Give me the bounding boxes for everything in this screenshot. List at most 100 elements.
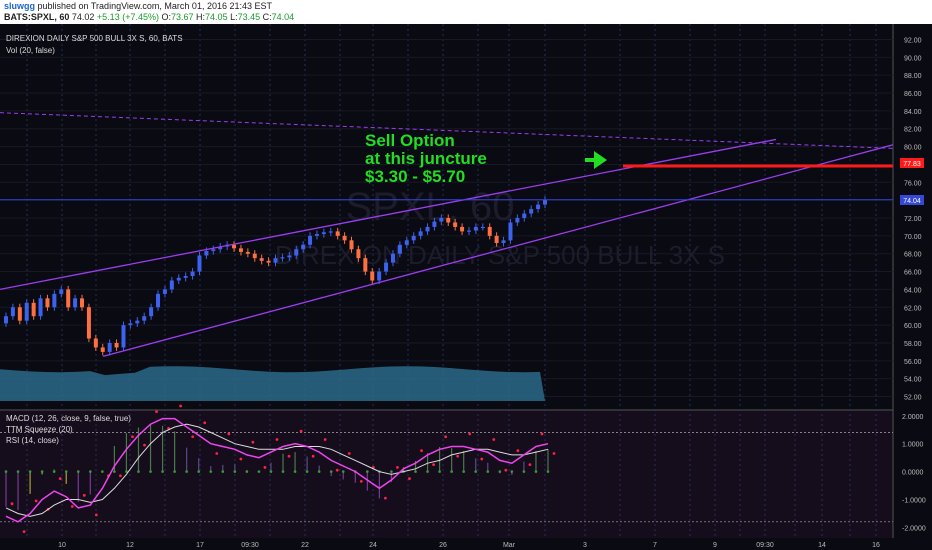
- squeeze-legend: TTM Squeeze (20): [6, 425, 73, 434]
- candle-body: [411, 235, 416, 241]
- candle-body: [245, 251, 250, 254]
- candle-body: [370, 271, 375, 281]
- chart-header: sluwgg published on TradingView.com, Mar…: [0, 0, 932, 24]
- candle-body: [377, 271, 382, 281]
- price-tick-label: 80.00: [904, 145, 922, 152]
- oscillator-tick-label: -2.0000: [902, 525, 926, 532]
- rsi-dot: [540, 432, 544, 436]
- price-tick-label: 72.00: [904, 216, 922, 223]
- candle-body: [238, 248, 243, 252]
- squeeze-dot: [462, 470, 465, 473]
- squeeze-dot: [64, 470, 68, 473]
- squeeze-dot: [366, 470, 369, 473]
- rsi-dot: [215, 452, 219, 455]
- rsi-dot: [323, 438, 327, 441]
- candle-body: [522, 213, 527, 218]
- candle-body: [142, 316, 147, 321]
- candle-body: [460, 226, 465, 232]
- symbol-interval[interactable]: BATS:SPXL, 60: [4, 12, 69, 22]
- oscillator-tick-label: 0.0000: [902, 470, 924, 477]
- squeeze-dot: [233, 470, 237, 473]
- candle-body: [135, 320, 140, 324]
- candle-body: [252, 253, 257, 259]
- candle-body: [515, 218, 520, 223]
- candle-body: [114, 342, 119, 348]
- open-value: 73.67: [171, 12, 194, 22]
- squeeze-dot: [257, 470, 261, 473]
- candle-body: [52, 293, 57, 308]
- candle-body: [321, 232, 326, 235]
- candle-body: [100, 347, 105, 352]
- squeeze-dot: [522, 470, 526, 473]
- squeeze-dot: [185, 470, 188, 473]
- candle-body: [38, 298, 43, 317]
- rsi-dot: [335, 468, 339, 472]
- candle-body: [66, 289, 71, 308]
- candle-body: [156, 293, 161, 308]
- candle-body: [73, 298, 78, 308]
- rsi-dot: [504, 468, 508, 472]
- price-tick-label: 70.00: [904, 234, 922, 241]
- rsi-dot: [444, 435, 448, 439]
- candle-body: [183, 276, 188, 278]
- low-label: L:: [230, 12, 238, 22]
- candle-body: [86, 307, 91, 339]
- candle-body: [128, 323, 133, 326]
- candle-body: [453, 222, 458, 227]
- rsi-dot: [82, 493, 86, 497]
- squeeze-dot: [293, 470, 297, 473]
- macd-legend: MACD (12, 26, close, 9, false, true): [6, 414, 131, 423]
- squeeze-dot: [510, 470, 514, 473]
- candle-body: [308, 235, 313, 245]
- price-axis[interactable]: 52.00 54.00 56.00 58.00 60.00 62.00 64.00 66.00…: [904, 37, 922, 401]
- candle-body: [356, 249, 361, 259]
- rsi-dot: [70, 505, 74, 508]
- price-tick-label: 76.00: [904, 180, 922, 187]
- squeeze-dot: [269, 470, 273, 473]
- candle-body: [294, 249, 299, 256]
- price-tick-label: 64.00: [904, 287, 922, 294]
- candle-body: [259, 258, 264, 261]
- change-value: +5.13 (+7.45%): [96, 12, 159, 22]
- rsi-dot: [251, 440, 255, 444]
- published-text: published on TradingView.com, March 01, …: [37, 1, 272, 11]
- rsi-dot: [456, 454, 460, 458]
- high-label: H:: [196, 12, 206, 22]
- rsi-dot: [263, 466, 267, 469]
- squeeze-dot: [161, 470, 164, 473]
- candle-body: [508, 222, 513, 241]
- rsi-dot: [516, 449, 520, 453]
- rsi-dot: [275, 438, 279, 441]
- squeeze-dot: [137, 470, 140, 473]
- price-chart[interactable]: 52.00 54.00 56.00 58.00 60.00 62.00 64.00 66.00…: [0, 24, 932, 550]
- price-tick-label: 82.00: [904, 127, 922, 134]
- candle-body: [121, 325, 126, 348]
- rsi-dot: [492, 438, 496, 441]
- squeeze-dot: [498, 470, 502, 473]
- rsi-dot: [468, 432, 472, 436]
- watermark-name: DIREXION DAILY S&P 500 BULL 3X S: [275, 240, 725, 270]
- squeeze-dot: [16, 470, 20, 473]
- candle-body: [31, 302, 36, 317]
- squeeze-dot: [341, 470, 345, 473]
- candle-body: [473, 226, 478, 231]
- annotation-line-3: $3.30 - $5.70: [365, 167, 465, 186]
- price-tick-label: 86.00: [904, 91, 922, 98]
- squeeze-dot: [317, 470, 321, 473]
- current-price-tag: 74.04: [900, 195, 924, 205]
- time-tick-label: 26: [439, 542, 447, 549]
- watermark-symbol: SPXL, 60: [345, 185, 514, 229]
- candle-body: [204, 251, 209, 256]
- username-link[interactable]: sluwgg: [4, 1, 35, 11]
- candle-body: [24, 302, 29, 321]
- indicator-pane-background: [0, 410, 893, 538]
- candle-body: [536, 204, 541, 210]
- rsi-dot: [384, 496, 387, 500]
- candle-body: [404, 240, 409, 245]
- time-tick-label: 24: [369, 542, 377, 549]
- target-price-tag: 77.83: [900, 158, 924, 168]
- candle-body: [80, 298, 85, 308]
- time-tick-label: 09:30: [241, 542, 259, 549]
- squeeze-dot: [329, 470, 333, 473]
- candle-body: [480, 226, 485, 229]
